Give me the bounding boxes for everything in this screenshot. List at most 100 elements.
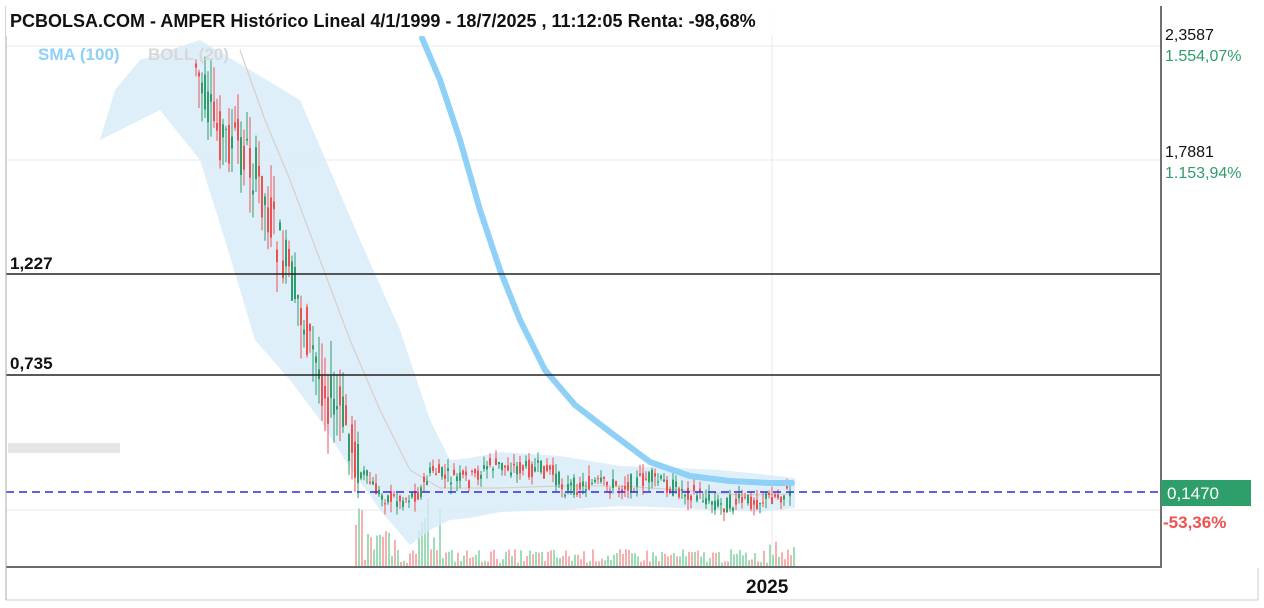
- legend-sma: SMA (100): [38, 45, 120, 64]
- candle-body: [429, 467, 431, 473]
- candle-body: [561, 484, 563, 490]
- candle-body: [306, 306, 308, 356]
- volume-bar: [703, 552, 705, 566]
- volume-bar: [721, 562, 723, 566]
- candle-body: [738, 493, 740, 499]
- candle-body: [570, 482, 572, 486]
- candle-body: [330, 375, 332, 398]
- candle-body: [402, 500, 404, 508]
- candle-body: [480, 474, 482, 479]
- candle-body: [369, 481, 371, 484]
- candle-body: [624, 486, 626, 490]
- candle-body: [678, 488, 680, 498]
- candle-body: [594, 479, 596, 482]
- candle-body: [585, 489, 587, 491]
- volume-bar: [580, 559, 582, 566]
- volume-bar: [589, 560, 591, 566]
- candle-body: [342, 396, 344, 427]
- volume-bar: [736, 553, 738, 566]
- volume-bar: [682, 549, 684, 566]
- volume-bar: [541, 552, 543, 566]
- candle-body: [543, 465, 545, 479]
- volume-bar: [367, 533, 369, 566]
- candle-body: [501, 462, 503, 471]
- candle-body: [276, 249, 278, 263]
- candle-body: [492, 468, 494, 471]
- candle-body: [420, 487, 422, 498]
- candle-body: [357, 444, 359, 484]
- volume-bar: [469, 557, 471, 566]
- candle-body: [537, 460, 539, 463]
- candle-body: [717, 499, 719, 507]
- volume-bar: [442, 558, 444, 566]
- candle-body: [747, 494, 749, 504]
- candle-body: [513, 463, 515, 466]
- volume-bar: [634, 553, 636, 566]
- candle-body: [240, 137, 242, 175]
- candle-body: [546, 464, 548, 471]
- candle-body: [255, 147, 257, 180]
- candle-body: [423, 476, 425, 482]
- volume-bar: [397, 550, 399, 566]
- candle-body: [363, 470, 365, 475]
- volume-bar: [667, 556, 669, 566]
- volume-bar: [532, 554, 534, 566]
- candle-body: [525, 461, 527, 467]
- chart-title: PCBOLSA.COM - AMPER Histórico Lineal 4/1…: [10, 11, 756, 31]
- volume-bar: [691, 552, 693, 566]
- candle-body: [786, 486, 788, 489]
- candle-body: [705, 498, 707, 505]
- candle-body: [210, 94, 212, 102]
- candle-body: [774, 494, 776, 497]
- volume-bar: [412, 550, 414, 566]
- candle-body: [411, 493, 413, 498]
- candle-body: [750, 496, 752, 510]
- volume-bar: [625, 549, 627, 566]
- volume-bar: [415, 553, 417, 566]
- volume-bar: [616, 553, 618, 566]
- volume-bar: [388, 532, 390, 566]
- volume-bar: [559, 557, 561, 566]
- candle-body: [225, 128, 227, 130]
- candle-body: [441, 467, 443, 477]
- candle-body: [702, 500, 704, 502]
- candle-body: [648, 472, 650, 483]
- candle-body: [483, 465, 485, 469]
- candle-body: [600, 477, 602, 482]
- candle-body: [618, 488, 620, 490]
- volume-bar: [487, 561, 489, 566]
- volume-bar: [715, 552, 717, 566]
- volume-bar: [745, 552, 747, 566]
- volume-bar: [460, 560, 462, 566]
- volume-bar: [511, 556, 513, 566]
- volume-bar: [481, 562, 483, 566]
- candle-body: [288, 248, 290, 267]
- volume-bar: [376, 535, 378, 566]
- candle-body: [519, 462, 521, 474]
- candle-body: [294, 266, 296, 300]
- volume-bar: [475, 554, 477, 566]
- volume-bar: [772, 554, 774, 566]
- candle-body: [732, 507, 734, 512]
- volume-bar: [391, 555, 393, 566]
- candle-body: [459, 472, 461, 481]
- legend-boll: BOLL (20): [148, 45, 229, 64]
- candle-body: [234, 122, 236, 128]
- candle-body: [399, 495, 401, 502]
- candle-body: [432, 465, 434, 471]
- volume-bar: [730, 549, 732, 566]
- candle-body: [771, 497, 773, 505]
- candle-body: [339, 386, 341, 406]
- y-tick-label-top: 2,3587: [1165, 27, 1214, 44]
- candle-body: [453, 469, 455, 475]
- volume-bar: [664, 553, 666, 566]
- candle-body: [588, 475, 590, 490]
- volume-bar: [637, 556, 639, 566]
- candle-body: [396, 501, 398, 507]
- candle-body: [462, 470, 464, 475]
- volume-bar: [718, 551, 720, 566]
- volume-bar: [655, 556, 657, 566]
- candle-body: [768, 492, 770, 495]
- candle-body: [534, 467, 536, 472]
- candle-body: [735, 498, 737, 505]
